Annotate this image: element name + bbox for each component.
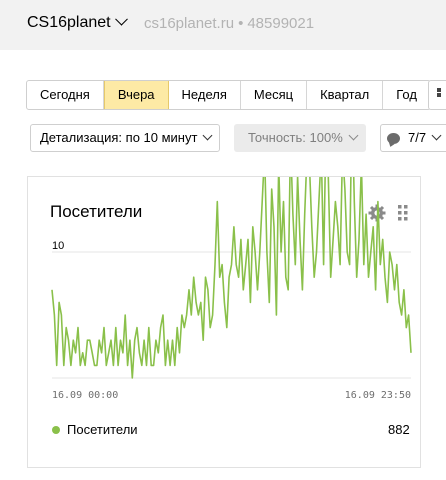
meta-separator: • xyxy=(238,15,244,32)
legend-label: Посетители xyxy=(67,422,138,437)
y-tick-label: 10 xyxy=(52,240,64,252)
dots-icon xyxy=(437,93,441,97)
segments-label: 7/7 xyxy=(408,130,427,145)
accuracy-dropdown[interactable]: Точность: 100% xyxy=(234,124,366,152)
site-selector[interactable]: CS16planet xyxy=(27,12,128,32)
top-bar: CS16planet cs16planet.ru • 48599021 xyxy=(0,0,446,50)
site-meta: cs16planet.ru • 48599021 xyxy=(144,15,314,32)
detail-dropdown[interactable]: Детализация: по 10 минут xyxy=(30,124,220,152)
segments-button[interactable]: 7/7 xyxy=(380,124,446,152)
period-year[interactable]: Год xyxy=(383,81,430,109)
period-week[interactable]: Неделя xyxy=(169,81,241,109)
total-visitors: 882 xyxy=(388,422,410,437)
site-name: CS16planet xyxy=(27,14,111,31)
x-tick-label: 16.09 00:00 xyxy=(52,390,118,401)
accuracy-label: Точность: 100% xyxy=(248,130,343,145)
counter-id: 48599021 xyxy=(247,15,315,32)
chevron-down-icon xyxy=(202,130,213,141)
period-month[interactable]: Месяц xyxy=(241,81,308,109)
legend-item[interactable]: Посетители xyxy=(52,422,138,437)
site-url: cs16planet.ru xyxy=(144,15,235,32)
period-selector: Сегодня Вчера Неделя Месяц Квартал Год xyxy=(26,80,431,110)
period-quarter[interactable]: Квартал xyxy=(307,81,384,109)
detail-label: Детализация: по 10 минут xyxy=(40,130,198,145)
period-yesterday[interactable]: Вчера xyxy=(103,81,169,109)
chevron-down-icon xyxy=(114,12,128,26)
visitors-chart: 102016.09 00:0016.09 23:50 xyxy=(51,177,412,401)
period-today[interactable]: Сегодня xyxy=(27,81,104,109)
more-options-button[interactable] xyxy=(428,80,446,110)
chevron-down-icon xyxy=(431,130,442,141)
legend-marker xyxy=(52,425,60,434)
comment-icon xyxy=(387,133,400,144)
visitors-widget: Посетители 102016.09 00:0016.09 23:50 По… xyxy=(27,176,421,468)
chevron-down-icon xyxy=(348,130,359,141)
x-tick-label: 16.09 23:50 xyxy=(345,390,411,401)
